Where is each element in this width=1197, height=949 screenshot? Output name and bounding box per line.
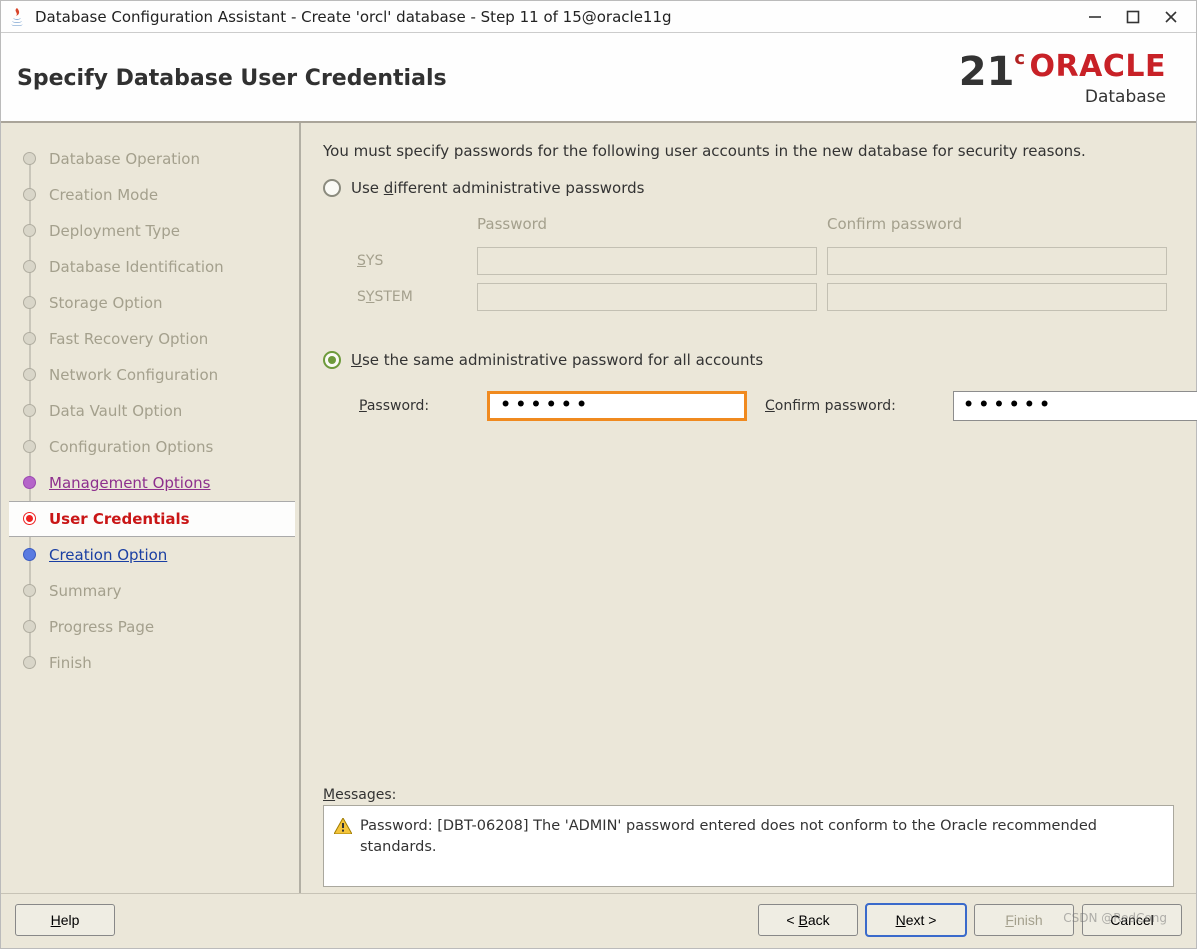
sidebar-step-network-configuration: Network Configuration [9, 357, 295, 393]
step-dot-icon [23, 260, 36, 273]
radio-checked-icon[interactable] [323, 351, 341, 369]
header: Specify Database User Credentials 21c OR… [1, 33, 1196, 121]
sidebar-step-deployment-type: Deployment Type [9, 213, 295, 249]
close-button[interactable] [1164, 10, 1178, 24]
sidebar-step-creation-option[interactable]: Creation Option [9, 537, 295, 573]
step-dot-icon [23, 584, 36, 597]
step-label: Creation Option [49, 546, 167, 564]
option-different-label: Use different administrative passwords [351, 179, 644, 197]
oracle-brand: 21c ORACLE Database [959, 51, 1166, 107]
step-dot-icon [23, 188, 36, 201]
title-controls [1088, 10, 1178, 24]
step-label: Summary [49, 582, 122, 600]
step-dot-icon [23, 440, 36, 453]
step-label: Creation Mode [49, 186, 158, 204]
system-confirm-input [827, 283, 1167, 311]
maximize-button[interactable] [1126, 10, 1140, 24]
sidebar-step-database-operation: Database Operation [9, 141, 295, 177]
steps-list: Database Operation Creation Mode Deploymen… [9, 141, 295, 681]
password-input[interactable] [487, 391, 747, 421]
finish-button: Finish [974, 904, 1074, 936]
page-title: Specify Database User Credentials [17, 66, 447, 91]
different-passwords-table: Password Confirm password SYS SYSTEM [357, 211, 1174, 315]
option-same-password[interactable]: Use the same administrative password for… [323, 351, 1174, 369]
window: Database Configuration Assistant - Creat… [0, 0, 1197, 949]
warning-icon [334, 818, 352, 834]
help-button[interactable]: Help [15, 904, 115, 936]
sidebar: Database Operation Creation Mode Deploymen… [1, 123, 301, 893]
step-label: Database Operation [49, 150, 200, 168]
main: You must specify passwords for the follo… [301, 123, 1196, 893]
step-label: Finish [49, 654, 92, 672]
sidebar-step-fast-recovery-option: Fast Recovery Option [9, 321, 295, 357]
sidebar-step-management-options[interactable]: Management Options [9, 465, 295, 501]
step-label: Configuration Options [49, 438, 213, 456]
sidebar-step-configuration-options: Configuration Options [9, 429, 295, 465]
step-label: Database Identification [49, 258, 224, 276]
sidebar-step-summary: Summary [9, 573, 295, 609]
messages-label: Messages: [323, 787, 1174, 803]
step-label: User Credentials [49, 510, 190, 528]
sidebar-step-storage-option: Storage Option [9, 285, 295, 321]
step-dot-icon [23, 152, 36, 165]
step-label: Management Options [49, 474, 210, 492]
sys-password-input [477, 247, 817, 275]
sidebar-step-progress-page: Progress Page [9, 609, 295, 645]
col-password: Password [477, 215, 817, 233]
messages-area: Messages: Password: [DBT-06208] The 'ADM… [323, 787, 1174, 887]
step-dot-icon [23, 476, 36, 489]
step-dot-icon [23, 404, 36, 417]
titlebar: Database Configuration Assistant - Creat… [1, 1, 1196, 33]
step-label: Storage Option [49, 294, 163, 312]
messages-box: Password: [DBT-06208] The 'ADMIN' passwo… [323, 805, 1174, 887]
same-password-row: Password: Confirm password: [359, 391, 1174, 421]
step-dot-icon [23, 656, 36, 669]
password-label: Password: [359, 398, 469, 414]
intro-text: You must specify passwords for the follo… [323, 141, 1174, 163]
option-same-label: Use the same administrative password for… [351, 351, 763, 369]
java-app-icon [7, 7, 27, 27]
message-text: Password: [DBT-06208] The 'ADMIN' passwo… [360, 816, 1161, 876]
option-different-passwords[interactable]: Use different administrative passwords [323, 179, 1174, 197]
row-system-label: SYSTEM [357, 289, 467, 305]
col-confirm: Confirm password [827, 215, 1167, 233]
sys-confirm-input [827, 247, 1167, 275]
system-password-input [477, 283, 817, 311]
next-button[interactable]: Next > [866, 904, 966, 936]
step-dot-icon [23, 296, 36, 309]
minimize-button[interactable] [1088, 10, 1102, 24]
sidebar-step-creation-mode: Creation Mode [9, 177, 295, 213]
step-dot-icon [23, 548, 36, 561]
body: Database Operation Creation Mode Deploymen… [1, 121, 1196, 893]
step-label: Network Configuration [49, 366, 218, 384]
confirm-password-label: Confirm password: [765, 398, 935, 414]
step-label: Deployment Type [49, 222, 180, 240]
step-label: Fast Recovery Option [49, 330, 208, 348]
cancel-button[interactable]: Cancel [1082, 904, 1182, 936]
step-label: Data Vault Option [49, 402, 182, 420]
step-dot-icon [23, 620, 36, 633]
back-button[interactable]: < Back [758, 904, 858, 936]
sidebar-step-user-credentials[interactable]: User Credentials [9, 501, 295, 537]
radio-unchecked-icon[interactable] [323, 179, 341, 197]
row-sys-label: SYS [357, 253, 467, 269]
step-dot-icon [23, 332, 36, 345]
step-dot-icon [23, 512, 36, 525]
footer: Help < Back Next > Finish Cancel [1, 893, 1196, 948]
step-dot-icon [23, 224, 36, 237]
step-dot-icon [23, 368, 36, 381]
sidebar-step-finish: Finish [9, 645, 295, 681]
step-label: Progress Page [49, 618, 154, 636]
confirm-password-input[interactable] [953, 391, 1197, 421]
sidebar-step-data-vault-option: Data Vault Option [9, 393, 295, 429]
window-title: Database Configuration Assistant - Creat… [35, 8, 1088, 26]
sidebar-step-database-identification: Database Identification [9, 249, 295, 285]
